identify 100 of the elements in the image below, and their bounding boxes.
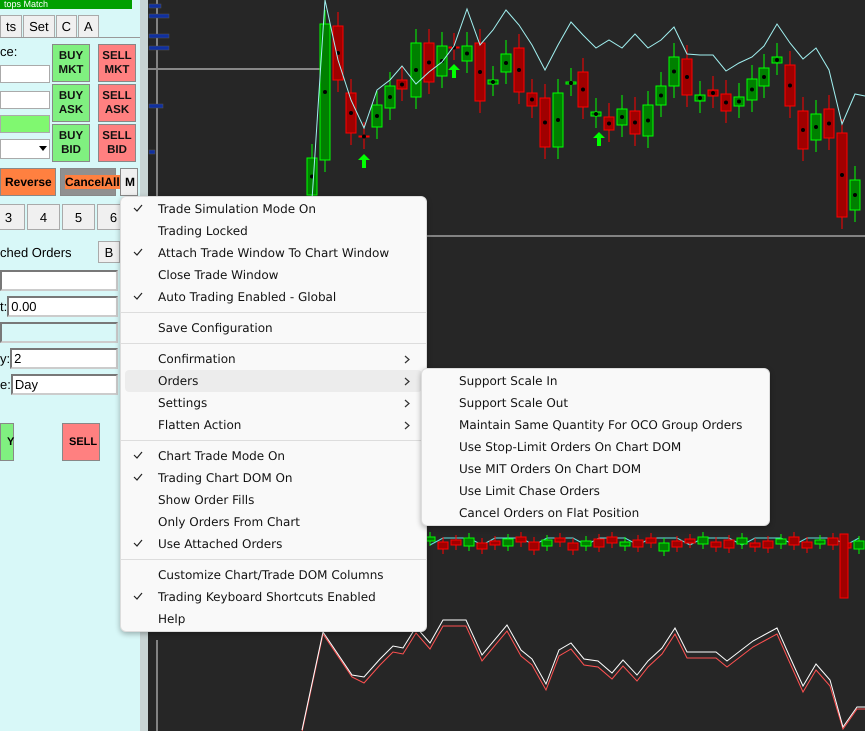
number-button[interactable]: 3	[0, 204, 25, 230]
chevron-right-icon	[404, 399, 410, 408]
candlestick	[776, 534, 786, 550]
candlestick	[594, 534, 604, 552]
menu-item[interactable]: Orders	[125, 370, 422, 392]
field-label: e:	[0, 377, 11, 392]
menu-item[interactable]: Cancel Orders on Flat Position	[426, 502, 765, 524]
menu-item[interactable]: Use Stop-Limit Orders On Chart DOM	[426, 436, 765, 458]
dropdown[interactable]	[0, 139, 50, 159]
menu-item[interactable]: Flatten Action	[125, 414, 422, 436]
candlestick	[672, 536, 682, 552]
menu-item[interactable]: Chart Trade Mode On	[125, 445, 422, 467]
input-field[interactable]	[0, 270, 118, 291]
tab[interactable]: C	[56, 15, 78, 37]
menu-item[interactable]: Trading Chart DOM On	[125, 467, 422, 489]
input-field[interactable]: Day	[10, 374, 118, 395]
candlestick	[668, 42, 680, 98]
candlestick	[568, 538, 578, 556]
number-button[interactable]: 4	[27, 204, 60, 230]
menu-item[interactable]: Help	[125, 608, 422, 630]
order-button[interactable]: SELL MKT	[98, 44, 136, 82]
candlestick	[746, 64, 758, 112]
check-icon	[133, 204, 143, 212]
trade-button[interactable]: SELL	[62, 423, 100, 461]
candlestick	[750, 538, 760, 552]
order-button[interactable]: BUY ASK	[52, 84, 90, 122]
candlestick	[814, 534, 826, 550]
menu-item[interactable]: Attach Trade Window To Chart Window	[125, 242, 422, 264]
attached-orders-label: ched Orders	[0, 244, 72, 260]
b-button[interactable]: B	[98, 241, 120, 263]
depth-bar	[148, 150, 156, 154]
action-button[interactable]: Reverse	[0, 168, 56, 196]
candlestick	[682, 44, 692, 108]
check-icon	[133, 539, 143, 547]
menu-item[interactable]: Show Order Fills	[125, 489, 422, 511]
action-button[interactable]: M	[120, 168, 138, 196]
menu-item[interactable]: Only Orders From Chart	[125, 511, 422, 533]
candlestick	[658, 538, 670, 556]
depth-bar	[148, 46, 170, 50]
candlestick	[528, 536, 540, 556]
menu-item[interactable]: Support Scale In	[426, 370, 765, 392]
tab[interactable]: ts	[0, 15, 22, 37]
depth-bar	[148, 34, 170, 38]
candlestick	[526, 78, 538, 118]
input-field[interactable]	[0, 91, 50, 109]
menu-item[interactable]: Maintain Same Quantity For OCO Group Orders	[426, 414, 765, 436]
dropdown-arrow-icon	[37, 145, 49, 153]
candlestick	[758, 54, 770, 98]
check-icon	[133, 473, 143, 481]
trade-button[interactable]: Y	[0, 423, 14, 461]
menu-item[interactable]: Save Configuration	[125, 317, 422, 339]
menu-item[interactable]: Support Scale Out	[426, 392, 765, 414]
menu-item[interactable]: Use MIT Orders On Chart DOM	[426, 458, 765, 480]
candlestick	[772, 42, 782, 76]
candlestick	[488, 66, 498, 96]
candlestick	[590, 98, 602, 128]
candlestick	[462, 32, 472, 74]
chevron-right-icon	[404, 355, 410, 364]
input-field[interactable]	[0, 65, 50, 83]
tab[interactable]: A	[78, 15, 99, 37]
candlestick	[656, 72, 666, 118]
menu-item[interactable]: Use Limit Chase Orders	[426, 480, 765, 502]
status-bar: tops Match	[0, 0, 132, 9]
menu-item[interactable]: Use Attached Orders	[125, 533, 422, 555]
menu-item[interactable]: Close Trade Window	[125, 264, 422, 286]
candlestick	[502, 534, 514, 552]
candlestick	[384, 72, 396, 120]
candlestick	[632, 534, 644, 552]
candlestick	[580, 536, 592, 552]
order-button[interactable]: SELL BID	[98, 124, 136, 162]
order-button[interactable]: BUY MKT	[52, 44, 90, 82]
depth-bar	[148, 14, 170, 18]
order-button[interactable]: BUY BID	[52, 124, 90, 162]
candlestick	[476, 538, 488, 554]
menu-item[interactable]: Customize Chart/Trade DOM Columns	[125, 564, 422, 586]
candlestick	[554, 532, 566, 548]
candlestick	[708, 76, 718, 108]
order-button[interactable]: SELL ASK	[98, 84, 136, 122]
up-arrow-icon	[358, 154, 370, 168]
input-field[interactable]: 2	[10, 348, 118, 369]
field-label: y:	[0, 351, 10, 366]
check-icon	[133, 451, 143, 459]
up-arrow-icon	[448, 64, 460, 78]
candlestick	[642, 90, 654, 148]
candlestick	[724, 534, 734, 554]
price-label: ce:	[0, 44, 18, 59]
candlestick	[372, 90, 382, 140]
number-button[interactable]: 5	[62, 204, 95, 230]
input-field[interactable]: 0.00	[7, 296, 118, 317]
candlestick	[646, 532, 656, 548]
candlestick	[514, 34, 524, 104]
menu-item[interactable]: Confirmation	[125, 348, 422, 370]
menu-item[interactable]: Settings	[125, 392, 422, 414]
menu-item[interactable]: Trading Keyboard Shortcuts Enabled	[125, 586, 422, 608]
tab[interactable]: Set	[23, 15, 55, 37]
candlestick	[396, 66, 408, 102]
menu-item[interactable]: Auto Trading Enabled - Global	[125, 286, 422, 308]
depth-bar	[148, 4, 162, 8]
candlestick	[438, 536, 448, 554]
candlestick	[516, 532, 526, 548]
